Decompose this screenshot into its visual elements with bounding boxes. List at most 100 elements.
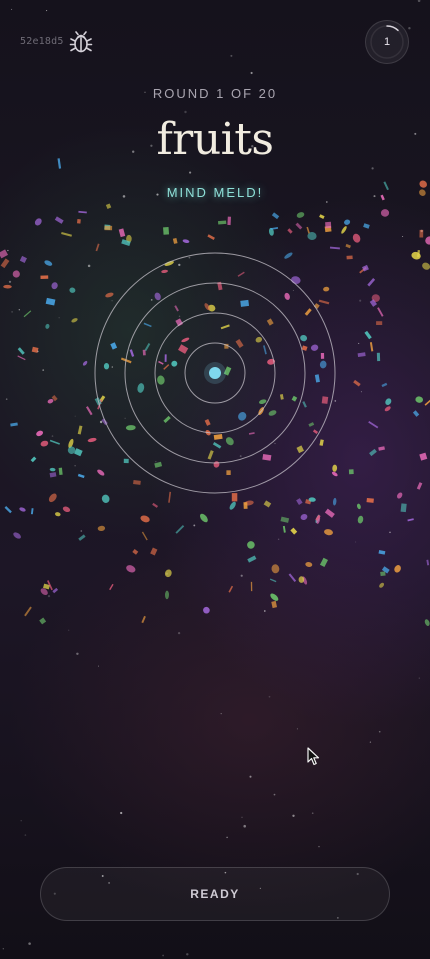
confetti-piece: [296, 498, 303, 505]
confetti-piece: [140, 515, 150, 523]
confetti-piece: [121, 239, 131, 247]
confetti-piece: [199, 513, 208, 523]
round-timer-counter[interactable]: 1: [365, 20, 409, 64]
star: [2, 948, 4, 950]
star: [7, 249, 9, 252]
confetti-piece: [302, 576, 308, 585]
confetti-piece: [415, 396, 423, 403]
confetti-piece: [69, 287, 76, 293]
confetti-piece: [411, 251, 421, 260]
confetti-piece: [68, 438, 74, 449]
confetti-piece: [288, 573, 297, 583]
confetti-piece: [17, 347, 25, 355]
confetti-piece: [217, 220, 227, 225]
star: [11, 311, 13, 313]
round-indicator: ROUND 1 OF 20: [152, 86, 278, 101]
star: [292, 814, 295, 817]
confetti-piece: [207, 234, 215, 240]
confetti-piece: [19, 255, 27, 264]
confetti-piece: [51, 282, 58, 290]
confetti-piece: [61, 231, 72, 237]
star: [76, 652, 79, 656]
confetti-piece: [40, 275, 49, 280]
confetti-piece: [407, 518, 414, 522]
confetti-piece: [164, 590, 170, 600]
confetti-piece: [247, 541, 255, 549]
confetti-piece: [45, 297, 56, 306]
star: [389, 531, 391, 534]
star: [417, 0, 421, 2]
confetti-piece: [77, 473, 85, 479]
confetti-piece: [319, 557, 328, 567]
confetti-piece: [77, 425, 83, 435]
star: [240, 574, 243, 577]
confetti-piece: [290, 527, 298, 535]
star: [24, 834, 27, 836]
confetti-piece: [417, 250, 421, 258]
confetti-piece: [295, 222, 303, 230]
star: [249, 775, 252, 778]
star: [28, 942, 31, 945]
confetti-piece: [412, 410, 420, 417]
confetti-piece: [3, 284, 12, 289]
confetti-piece: [416, 482, 423, 490]
confetti-piece: [243, 502, 248, 509]
confetti-piece: [381, 382, 388, 388]
mouse-pointer-icon: [307, 747, 320, 766]
confetti-piece: [152, 502, 159, 508]
confetti-piece: [280, 516, 290, 523]
confetti-piece: [76, 219, 81, 224]
confetti-piece: [308, 497, 316, 502]
confetti-piece: [357, 352, 366, 358]
star: [8, 280, 12, 283]
confetti-piece: [353, 379, 361, 387]
bug-icon[interactable]: [68, 29, 94, 55]
confetti-piece: [49, 439, 60, 445]
confetti-piece: [271, 564, 280, 574]
confetti-piece: [62, 506, 71, 513]
star: [296, 728, 298, 730]
confetti-piece: [385, 398, 392, 406]
star: [120, 811, 123, 815]
star: [420, 229, 423, 233]
star: [189, 171, 192, 174]
confetti-piece: [0, 249, 9, 259]
confetti-piece: [10, 422, 18, 427]
star: [369, 741, 372, 743]
star: [51, 435, 54, 437]
confetti-piece: [105, 203, 112, 210]
confetti-piece: [227, 216, 232, 226]
confetti-piece: [17, 355, 26, 361]
confetti-piece: [315, 514, 321, 521]
confetti-piece: [316, 515, 321, 524]
confetti-piece: [51, 395, 58, 402]
confetti-piece: [356, 503, 361, 510]
confetti-piece: [47, 580, 53, 591]
game-screen: 52e18d5 1 ROUND 1 OF 20 fruits MIND MELD…: [0, 0, 430, 959]
confetti-piece: [307, 231, 317, 241]
round-counter-value: 1: [383, 36, 391, 48]
confetti-piece: [43, 583, 50, 590]
confetti-piece: [362, 264, 369, 272]
status-message: MIND MELD!: [166, 185, 264, 200]
ready-button[interactable]: READY: [40, 867, 390, 921]
confetti-piece: [4, 506, 12, 514]
star: [355, 541, 357, 543]
confetti-piece: [352, 233, 361, 243]
confetti-piece: [104, 225, 113, 231]
confetti-piece: [132, 548, 139, 555]
star: [74, 415, 76, 417]
confetti-piece: [19, 507, 26, 512]
confetti-piece: [379, 582, 385, 588]
confetti-piece: [82, 360, 88, 366]
star: [226, 836, 228, 839]
confetti-piece: [40, 588, 48, 595]
confetti-piece: [268, 227, 274, 236]
prompt-word: fruits: [156, 114, 275, 165]
confetti-piece: [71, 318, 78, 323]
confetti-piece: [78, 210, 87, 214]
confetti-piece: [44, 260, 53, 266]
confetti-piece: [357, 515, 364, 524]
star: [177, 631, 181, 635]
confetti-piece: [422, 262, 430, 270]
